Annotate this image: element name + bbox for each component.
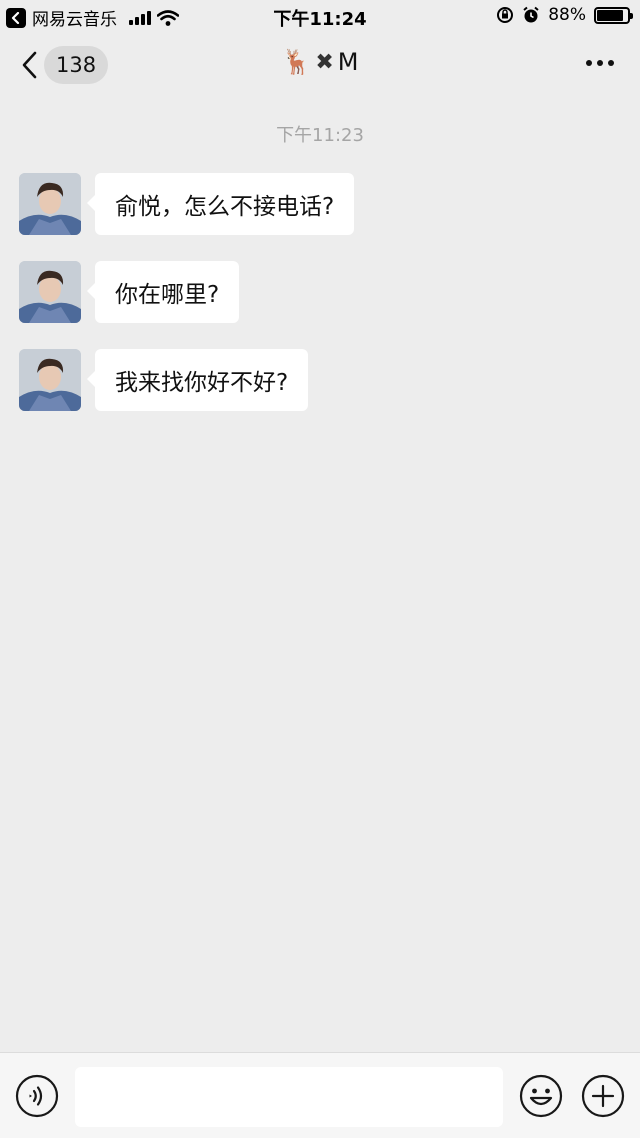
message-bubble[interactable]: 你在哪里? [86, 261, 240, 323]
message-row: 你在哪里? [19, 261, 240, 323]
nav-bar: 138 🦌 ✖ M [0, 34, 640, 96]
voice-icon[interactable] [15, 1074, 59, 1118]
status-bar: 网易云音乐 下午11:24 88% [0, 0, 640, 34]
status-right: 88% [496, 5, 633, 25]
deer-emoji-icon: 🦌 [281, 48, 312, 76]
chat-title-name: M [337, 48, 359, 76]
battery-icon [594, 6, 633, 24]
emoji-icon[interactable] [519, 1074, 563, 1118]
battery-percent: 88% [548, 5, 586, 25]
message-row: 我来找你好不好? [19, 349, 309, 411]
contact-avatar[interactable] [19, 173, 81, 235]
message-bubble[interactable]: 我来找你好不好? [86, 349, 309, 411]
contact-avatar[interactable] [19, 349, 81, 411]
message-input[interactable] [75, 1067, 503, 1127]
orientation-lock-icon [497, 7, 514, 23]
message-timestamp: 下午11:23 [276, 125, 364, 146]
alarm-icon [523, 6, 539, 23]
emoji-button[interactable] [519, 1074, 563, 1122]
message-bubble[interactable]: 俞悦，怎么不接电话? [86, 173, 355, 235]
input-bar [0, 1052, 640, 1138]
voice-button[interactable] [15, 1074, 59, 1122]
contact-avatar[interactable] [19, 261, 81, 323]
more-dots-icon[interactable] [586, 60, 614, 66]
cross-mark-icon: ✖ [315, 49, 334, 75]
plus-icon[interactable] [581, 1074, 625, 1118]
message-row: 俞悦，怎么不接电话? [19, 173, 355, 235]
more-functions-button[interactable] [581, 1074, 625, 1122]
chat-title: 🦌 ✖ M [0, 48, 640, 76]
